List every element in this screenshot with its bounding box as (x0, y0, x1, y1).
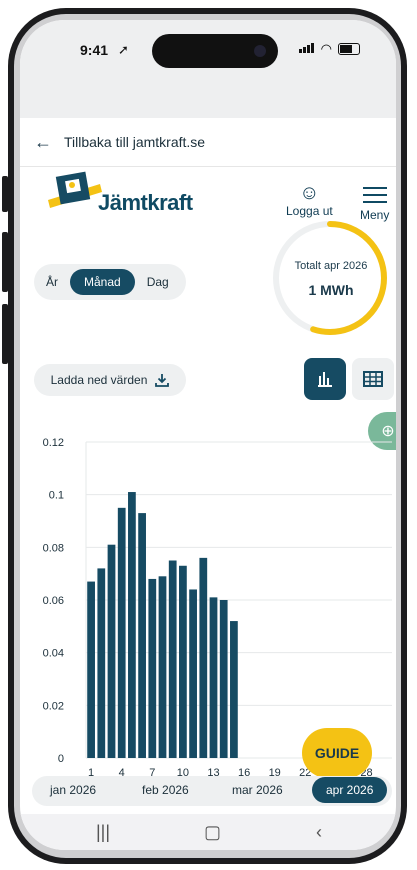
side-button (2, 232, 8, 292)
x-tick-label: 19 (269, 767, 281, 776)
bar-day-12[interactable] (199, 557, 208, 758)
bar-day-7[interactable] (148, 578, 157, 758)
x-tick-label: 10 (177, 767, 189, 776)
side-button (2, 304, 8, 364)
x-tick-label: 16 (238, 767, 250, 776)
chart-bars (87, 492, 238, 758)
y-tick-label: 0.12 (43, 437, 64, 449)
back-link[interactable]: Tillbaka till jamtkraft.se (64, 134, 205, 150)
logout-button[interactable]: ☺ Logga ut (286, 182, 333, 218)
total-value: 1 MWh (308, 282, 354, 298)
month-jan-2026[interactable]: jan 2026 (50, 783, 96, 797)
period-selector: År Månad Dag (34, 264, 186, 300)
x-tick-label: 7 (149, 767, 155, 776)
logout-label: Logga ut (286, 204, 333, 218)
menu-button[interactable]: Meny (360, 182, 389, 222)
bar-day-5[interactable] (128, 492, 136, 758)
bar-day-11[interactable] (189, 589, 197, 758)
month-mar-2026[interactable]: mar 2026 (232, 783, 283, 797)
y-tick-label: 0.04 (43, 648, 64, 660)
y-tick-label: 0.06 (43, 595, 64, 607)
bar-day-4[interactable] (117, 507, 126, 758)
signal-icon (298, 40, 315, 58)
recent-apps-icon[interactable]: ||| (96, 822, 110, 843)
y-axis-labels: 0.12 0.1 0.08 0.06 0.04 0.02 0 (43, 437, 64, 765)
month-feb-2026[interactable]: feb 2026 (142, 783, 189, 797)
status-icons: ◠ (298, 40, 360, 58)
back-nav-icon[interactable]: ‹ (316, 822, 322, 843)
back-link-row[interactable]: ← Tillbaka till jamtkraft.se (20, 118, 396, 167)
table-icon (363, 371, 383, 387)
download-values-button[interactable]: Ladda ned värden (34, 364, 186, 396)
x-tick-label: 1 (88, 767, 94, 776)
status-time: 9:41 (80, 42, 109, 58)
bar-day-10[interactable] (179, 565, 187, 758)
y-tick-label: 0.1 (49, 490, 64, 502)
hamburger-icon (362, 187, 387, 203)
bar-day-9[interactable] (168, 560, 177, 759)
camera-icon (254, 45, 266, 57)
table-view-button[interactable] (352, 358, 394, 400)
battery-icon (338, 43, 360, 55)
dynamic-island (152, 34, 278, 68)
total-consumption-ring (273, 221, 387, 335)
bar-day-14[interactable] (219, 600, 228, 758)
download-icon (155, 374, 170, 387)
system-nav-bar: ||| ▢ ‹ (20, 814, 396, 850)
home-icon[interactable]: ▢ (204, 822, 221, 843)
bar-day-15[interactable] (230, 621, 238, 758)
x-tick-label: 13 (207, 767, 219, 776)
bar-chart-view-button[interactable] (304, 358, 346, 400)
total-label: Totalt apr 2026 (294, 260, 368, 272)
location-icon: ➚ (118, 42, 129, 57)
period-option-month[interactable]: Månad (70, 269, 135, 295)
consumption-bar-chart: 0.120.10.080.060.040.020 147101316192225… (43, 437, 392, 776)
period-option-year[interactable]: År (34, 275, 70, 289)
bar-day-2[interactable] (97, 568, 106, 758)
month-selector: jan 2026 feb 2026 mar 2026 apr 2026 (32, 776, 392, 806)
guide-label: GUIDE (314, 745, 360, 761)
jamtkraft-logo[interactable]: Jämtkraft (40, 170, 200, 220)
bar-chart-icon (318, 372, 332, 387)
status-bar: 9:41 ➚ ◠ (20, 20, 396, 118)
bar-day-1[interactable] (87, 581, 95, 758)
bar-day-8[interactable] (158, 576, 167, 758)
app-screen: 9:41 ➚ ◠ ← Tillbaka till jamtkraft.se Jä… (20, 20, 396, 850)
arrow-left-icon[interactable]: ← (34, 132, 52, 153)
user-logout-icon: ☺ (299, 182, 320, 204)
logo-text: Jämtkraft (98, 190, 193, 215)
bar-day-6[interactable] (138, 513, 146, 758)
x-tick-label: 4 (119, 767, 125, 776)
bar-day-13[interactable] (209, 597, 218, 758)
wifi-icon: ◠ (320, 41, 332, 56)
bar-day-3[interactable] (107, 544, 116, 758)
y-tick-label: 0.02 (43, 700, 64, 712)
download-label: Ladda ned värden (50, 373, 148, 387)
period-option-day[interactable]: Dag (135, 275, 181, 289)
month-apr-2026[interactable]: apr 2026 (312, 777, 388, 803)
side-button (2, 176, 8, 212)
guide-button[interactable]: GUIDE (302, 728, 372, 778)
y-tick-label: 0 (58, 753, 64, 765)
y-tick-label: 0.08 (43, 542, 64, 554)
